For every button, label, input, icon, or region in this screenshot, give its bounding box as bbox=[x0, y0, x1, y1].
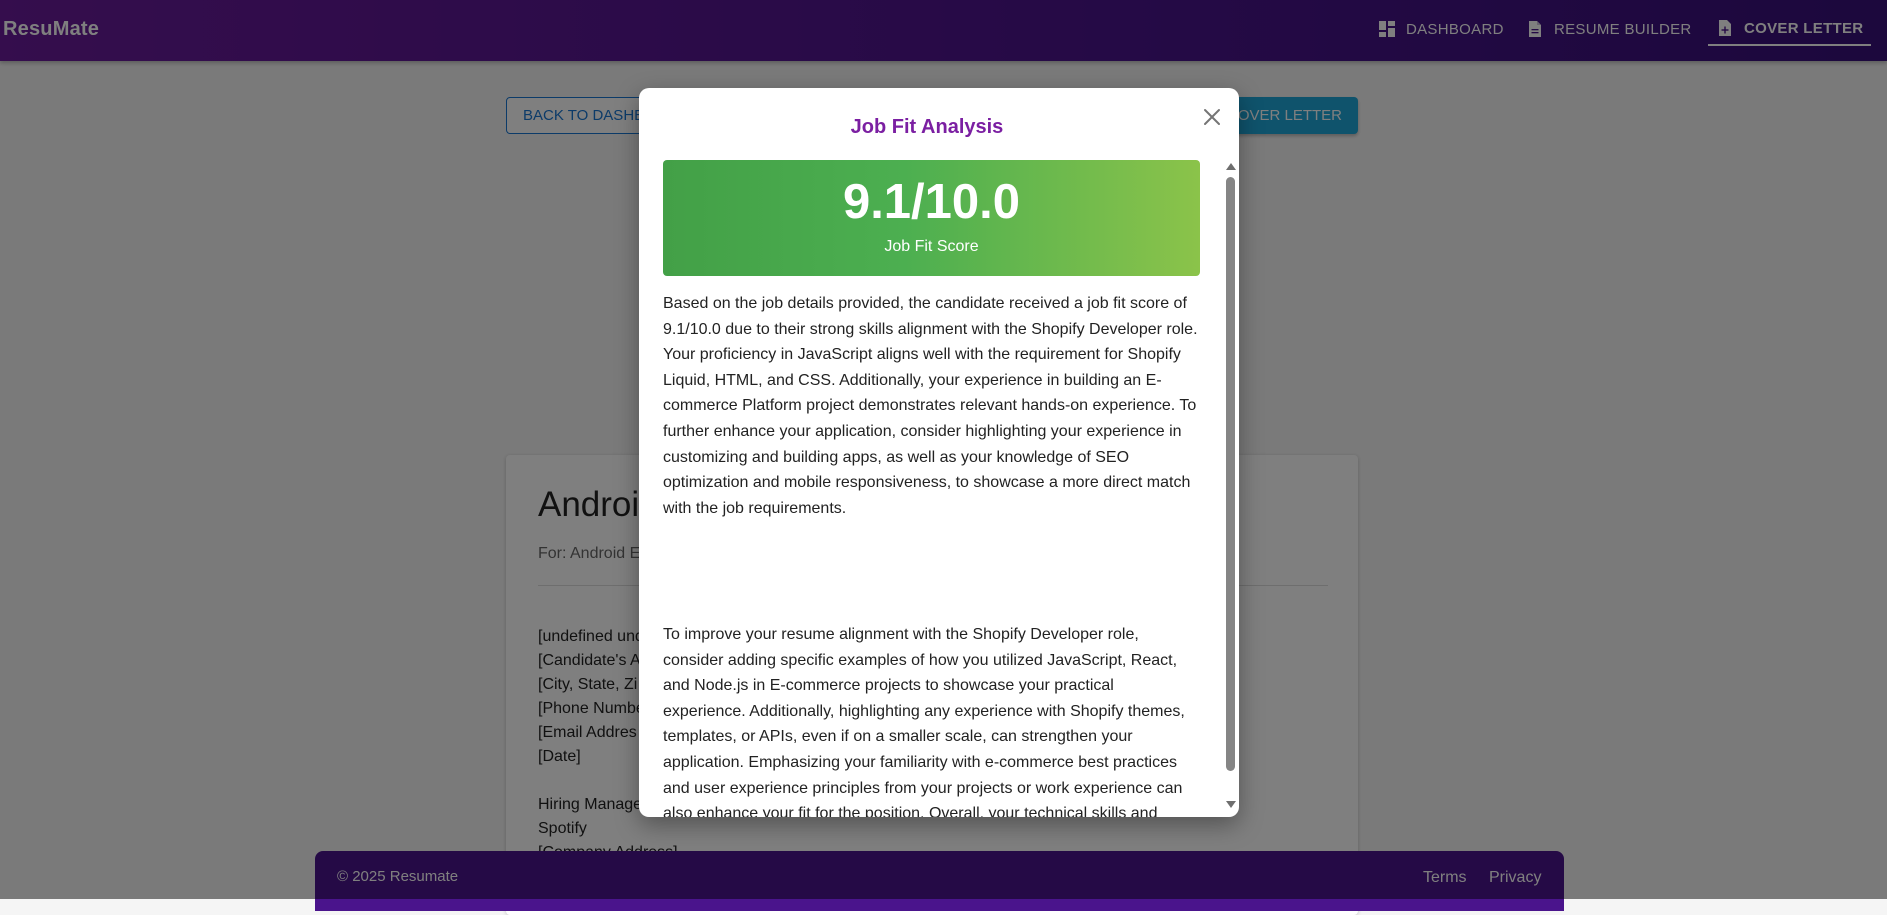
scroll-down-arrow-icon[interactable] bbox=[1226, 801, 1236, 808]
dialog-content[interactable]: 9.1/10.0 Job Fit Score Based on the job … bbox=[663, 160, 1200, 817]
score-card: 9.1/10.0 Job Fit Score bbox=[663, 160, 1200, 276]
dialog-scrollbar[interactable] bbox=[1224, 160, 1236, 811]
analysis-paragraph: Based on the job details provided, the c… bbox=[663, 295, 1198, 517]
close-button[interactable] bbox=[1197, 102, 1227, 132]
close-icon bbox=[1204, 109, 1220, 125]
scrollbar-thumb[interactable] bbox=[1226, 177, 1235, 771]
job-fit-score-value: 9.1/10.0 bbox=[842, 175, 1021, 229]
dialog-title: Job Fit Analysis bbox=[850, 116, 1004, 138]
job-fit-dialog: Job Fit Analysis 9.1/10.0 Job Fit Score … bbox=[639, 88, 1239, 817]
recommendation-paragraph: To improve your resume alignment with th… bbox=[663, 626, 1185, 817]
scroll-up-arrow-icon[interactable] bbox=[1226, 163, 1236, 170]
job-fit-score-label: Job Fit Score bbox=[884, 238, 979, 255]
